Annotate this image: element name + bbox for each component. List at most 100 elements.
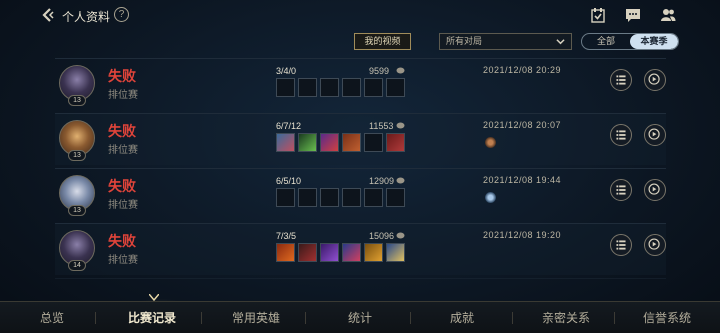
gold-icon xyxy=(396,67,405,74)
item-slot xyxy=(320,188,339,207)
match-filter-select[interactable]: 所有对局 xyxy=(439,33,572,50)
list-icon xyxy=(616,185,626,195)
calendar-check-icon[interactable] xyxy=(590,7,606,23)
champion-level: 14 xyxy=(68,260,86,271)
nav-separator xyxy=(614,312,615,324)
details-list-button[interactable] xyxy=(610,234,632,256)
item-slot xyxy=(342,78,361,97)
details-list-button[interactable] xyxy=(610,69,632,91)
nav-separator xyxy=(305,312,306,324)
list-icon xyxy=(616,240,626,250)
match-datetime: 2021/12/08 20:07 xyxy=(483,120,562,130)
nav-active-indicator-icon xyxy=(149,294,159,301)
gold-icon xyxy=(396,232,405,239)
nav-common-heroes[interactable]: 常用英雄 xyxy=(232,309,280,326)
item-slot[interactable] xyxy=(276,243,295,262)
nav-stats[interactable]: 统计 xyxy=(348,309,372,326)
nav-separator xyxy=(201,312,202,324)
item-slots xyxy=(276,133,405,152)
rank-badge-icon xyxy=(485,137,496,148)
bottom-nav: 总览 比赛记录 常用英雄 统计 成就 亲密关系 信誉系统 xyxy=(0,301,720,333)
item-slot[interactable] xyxy=(320,243,339,262)
item-slot[interactable] xyxy=(342,243,361,262)
item-slot xyxy=(320,78,339,97)
item-slot[interactable] xyxy=(298,243,317,262)
rank-badge-icon xyxy=(485,192,496,203)
item-slot[interactable] xyxy=(386,133,405,152)
page-title: 个人资料 xyxy=(62,10,111,24)
replay-button[interactable] xyxy=(644,179,666,201)
item-slot xyxy=(364,188,383,207)
match-row[interactable]: 13 失败 排位赛 6/7/12 11553 2021/12/08 20:07 xyxy=(55,113,666,165)
play-icon xyxy=(648,183,660,195)
nav-overview[interactable]: 总览 xyxy=(40,309,64,326)
item-slot xyxy=(342,188,361,207)
gold-icon xyxy=(396,122,405,129)
list-icon xyxy=(616,75,626,85)
match-datetime: 2021/12/08 20:29 xyxy=(483,65,562,75)
play-icon xyxy=(648,128,660,140)
item-slot[interactable] xyxy=(320,133,339,152)
replay-button[interactable] xyxy=(644,124,666,146)
item-slot xyxy=(298,78,317,97)
replay-button[interactable] xyxy=(644,69,666,91)
item-slot xyxy=(298,188,317,207)
match-filter-value: 所有对局 xyxy=(446,36,483,46)
kda: 6/7/12 xyxy=(276,121,302,131)
chat-icon[interactable] xyxy=(625,7,641,23)
nav-match-history[interactable]: 比赛记录 xyxy=(128,309,176,326)
gold-amount: 9599 xyxy=(369,66,390,76)
kda: 6/5/10 xyxy=(276,176,302,186)
help-icon[interactable]: ? xyxy=(114,7,129,22)
replay-button[interactable] xyxy=(644,234,666,256)
match-result: 失败 xyxy=(108,123,136,139)
champion-level: 13 xyxy=(68,95,86,106)
match-row[interactable]: 13 失败 排位赛 3/4/0 9599 2021/12/08 20:29 xyxy=(55,58,666,110)
item-slot xyxy=(276,188,295,207)
match-datetime: 2021/12/08 19:44 xyxy=(483,175,562,185)
match-result: 失败 xyxy=(108,68,136,84)
chevron-down-icon xyxy=(556,39,565,45)
item-slot[interactable] xyxy=(276,133,295,152)
play-icon xyxy=(648,238,660,250)
item-slots xyxy=(276,78,405,97)
details-list-button[interactable] xyxy=(610,179,632,201)
item-slot[interactable] xyxy=(386,243,405,262)
item-slot[interactable] xyxy=(298,133,317,152)
match-row[interactable]: 13 失败 排位赛 6/5/10 12909 2021/12/08 19:44 xyxy=(55,168,666,220)
gold-amount: 12909 xyxy=(369,176,395,186)
item-slot xyxy=(364,78,383,97)
match-datetime: 2021/12/08 19:20 xyxy=(483,230,562,240)
match-mode: 排位赛 xyxy=(108,90,138,101)
match-row-partial[interactable] xyxy=(55,278,666,300)
header: 个人资料 ? xyxy=(0,0,720,30)
kda: 3/4/0 xyxy=(276,66,297,76)
play-icon xyxy=(648,73,660,85)
match-row[interactable]: 14 失败 排位赛 7/3/5 15096 2021/12/08 19:20 xyxy=(55,223,666,275)
back-icon[interactable] xyxy=(40,7,56,23)
season-all-tab[interactable]: 全部 xyxy=(582,34,630,49)
nav-reputation[interactable]: 信誉系统 xyxy=(643,309,691,326)
match-mode: 排位赛 xyxy=(108,200,138,211)
item-slot xyxy=(386,188,405,207)
season-current-tab[interactable]: 本赛季 xyxy=(630,34,678,49)
item-slot[interactable] xyxy=(364,243,383,262)
kda: 7/3/5 xyxy=(276,231,297,241)
match-mode: 排位赛 xyxy=(108,145,138,156)
item-slots xyxy=(276,188,405,207)
item-slot xyxy=(276,78,295,97)
nav-separator xyxy=(410,312,411,324)
nav-relationships[interactable]: 亲密关系 xyxy=(542,309,590,326)
nav-achievements[interactable]: 成就 xyxy=(450,309,474,326)
item-slot[interactable] xyxy=(342,133,361,152)
champion-level: 13 xyxy=(68,205,86,216)
friends-icon[interactable] xyxy=(660,7,676,23)
champion-level: 13 xyxy=(68,150,86,161)
match-result: 失败 xyxy=(108,178,136,194)
my-video-button[interactable]: 我的视频 xyxy=(354,33,411,50)
nav-separator xyxy=(95,312,96,324)
match-mode: 排位赛 xyxy=(108,255,138,266)
details-list-button[interactable] xyxy=(610,124,632,146)
gold-icon xyxy=(396,177,405,184)
item-slot xyxy=(364,133,383,152)
